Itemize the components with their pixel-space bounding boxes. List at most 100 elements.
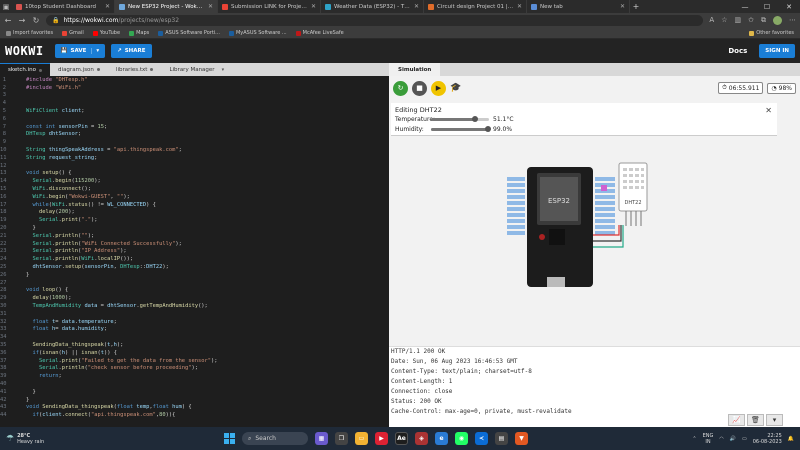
tab-menu-icon[interactable] xyxy=(96,68,100,71)
editor-tab[interactable]: sketch.ino xyxy=(0,63,51,76)
code-editor[interactable]: 1 #include "DHTesp.h" 2 #include "WiFi.h" 3 4… xyxy=(0,76,389,427)
profile-avatar[interactable] xyxy=(773,16,782,25)
widgets-icon[interactable]: ▦ xyxy=(315,432,328,445)
close-tab-icon[interactable]: ✕ xyxy=(105,3,110,10)
brave-icon[interactable]: ▼ xyxy=(515,432,528,445)
browser-tab[interactable]: New ESP32 Project - Wokwi Sim✕ xyxy=(115,0,218,13)
volume-icon[interactable]: 🔊 xyxy=(730,436,736,442)
line-number: 3 xyxy=(2,92,6,99)
file-explorer-icon[interactable]: ▭ xyxy=(355,432,368,445)
line-number: 10 xyxy=(0,147,7,154)
chevron-down-icon[interactable]: ▾ xyxy=(222,67,225,73)
tab-actions-icon[interactable]: ▣ xyxy=(0,0,12,13)
chrome-icon[interactable]: ◉ xyxy=(455,432,468,445)
tray-chevron-icon[interactable]: ⌃ xyxy=(692,436,696,442)
code-line: 3 xyxy=(0,92,389,100)
docs-link[interactable]: Docs xyxy=(728,47,747,55)
system-tray: ⌃ ENG IN ◠ 🔊 ▭ 22:25 06-08-2023 🔔 xyxy=(692,433,794,445)
editor-tab[interactable]: diagram.json xyxy=(50,63,108,76)
maximize-button[interactable]: ☐ xyxy=(756,3,778,11)
forward-icon[interactable]: → xyxy=(18,16,26,25)
bookmark-item[interactable]: Gmail xyxy=(62,30,84,36)
vscode-icon[interactable]: ≺ xyxy=(475,432,488,445)
stop-button[interactable]: ■ xyxy=(412,80,427,96)
favorite-star-icon[interactable]: ☆ xyxy=(721,16,727,25)
bookmark-item[interactable]: Import favorites xyxy=(6,30,53,36)
bookmark-item[interactable]: YouTube xyxy=(92,30,120,36)
browser-tab[interactable]: Circuit design Project 01 | Tinker✕ xyxy=(424,0,527,13)
humidity-slider[interactable] xyxy=(431,126,492,132)
language-indicator[interactable]: ENG IN xyxy=(703,433,714,445)
close-window-button[interactable]: ✕ xyxy=(778,3,800,11)
split-screen-icon[interactable]: ▥ xyxy=(735,16,742,25)
bookmark-label: MyASUS Software ... xyxy=(235,30,287,36)
favorites-icon[interactable]: ✩ xyxy=(748,16,754,25)
bookmark-item[interactable]: Maps xyxy=(129,30,149,36)
line-number: 34 xyxy=(0,334,7,341)
tab-simulation[interactable]: Simulation xyxy=(389,63,441,76)
edge-icon[interactable]: e xyxy=(435,432,448,445)
tab-menu-icon[interactable] xyxy=(39,68,43,72)
browser-tab[interactable]: 10top Student Dashboard ✕ xyxy=(12,0,115,13)
taskbar-search[interactable]: ⌕ Search xyxy=(242,432,308,445)
graduation-cap-icon[interactable]: 🎓 xyxy=(450,83,461,93)
close-icon[interactable]: ✕ xyxy=(765,106,772,115)
code-text: delay(1000); xyxy=(32,295,72,302)
editor-tab[interactable]: Library Manager ▾ xyxy=(161,63,232,76)
close-tab-icon[interactable]: ✕ xyxy=(517,3,522,10)
browser-tab[interactable]: New tab ✕ xyxy=(527,0,630,13)
collections-icon[interactable]: ⧉ xyxy=(761,16,766,25)
serial-toolbar: 📈 🗑 ▾ xyxy=(728,414,783,426)
url-input[interactable]: 🔒 https://wokwi.com/projects/new/esp32 xyxy=(46,15,704,26)
app-icon[interactable]: ◈ xyxy=(415,432,428,445)
wokwi-logo[interactable]: WOKWI xyxy=(5,44,44,58)
code-text: Serial.println("WiFi Connected Successfu… xyxy=(32,240,182,247)
line-number: 21 xyxy=(0,232,7,239)
more-menu-icon[interactable]: ⋯ xyxy=(789,16,796,25)
plotter-icon[interactable]: 📈 xyxy=(728,414,745,426)
browser-tab[interactable]: Weather Data (ESP32) - ThingSp✕ xyxy=(321,0,424,13)
editor-tab[interactable]: libraries.txt xyxy=(108,63,162,76)
close-tab-icon[interactable]: ✕ xyxy=(414,3,419,10)
ae-icon[interactable]: Ae xyxy=(395,432,408,445)
tab-menu-icon[interactable] xyxy=(150,68,154,71)
share-button[interactable]: ↗ SHARE xyxy=(111,44,152,58)
dht22-sensor[interactable]: DHT22 xyxy=(618,162,648,228)
windows-start-icon[interactable] xyxy=(224,433,235,444)
store-icon[interactable]: ▤ xyxy=(495,432,508,445)
battery-icon[interactable]: ▭ xyxy=(742,436,747,442)
bookmark-item[interactable]: McAfee LiveSafe xyxy=(295,30,344,36)
browser-tab[interactable]: Submission LINK for Projects on✕ xyxy=(218,0,321,13)
bookmark-label: McAfee LiveSafe xyxy=(302,30,344,36)
temperature-slider[interactable] xyxy=(431,116,489,122)
bookmark-item[interactable]: MyASUS Software ... xyxy=(228,30,287,36)
weather-widget[interactable]: ☂ 28°C Heavy rain xyxy=(6,433,66,445)
read-aloud-icon[interactable]: A xyxy=(709,16,714,25)
sign-in-button[interactable]: SIGN IN xyxy=(759,44,795,58)
code-line: 2 #include "WiFi.h" xyxy=(0,84,389,92)
media-app-icon[interactable]: ▶ xyxy=(375,432,388,445)
back-icon[interactable]: ← xyxy=(4,16,12,25)
reload-icon[interactable]: ↻ xyxy=(32,16,40,25)
scroll-down-icon[interactable]: ▾ xyxy=(766,414,783,426)
line-number: 37 xyxy=(0,357,7,364)
chevron-down-icon[interactable]: ▾ xyxy=(91,48,99,54)
clear-icon[interactable]: 🗑 xyxy=(747,414,764,426)
circuit-diagram[interactable]: ESP32 xyxy=(507,165,625,295)
save-button[interactable]: 💾 SAVE ▾ xyxy=(54,44,106,58)
clock[interactable]: 22:25 06-08-2023 xyxy=(753,433,782,445)
close-tab-icon[interactable]: ✕ xyxy=(311,3,316,10)
close-tab-icon[interactable]: ✕ xyxy=(208,3,213,10)
restart-button[interactable]: ↻ xyxy=(393,80,408,96)
minimize-button[interactable]: — xyxy=(734,3,756,11)
bookmark-item[interactable]: ASUS Software Porti... xyxy=(158,30,220,36)
wifi-icon[interactable]: ◠ xyxy=(719,436,723,442)
new-tab-button[interactable]: + xyxy=(630,2,642,11)
play-button[interactable]: ▶ xyxy=(431,80,446,96)
other-favorites[interactable]: Other favorites xyxy=(749,30,794,36)
line-number: 24 xyxy=(0,256,7,263)
notification-icon[interactable]: 🔔 xyxy=(788,436,794,442)
close-tab-icon[interactable]: ✕ xyxy=(620,3,625,10)
task-view-icon[interactable]: ❐ xyxy=(335,432,348,445)
tab-title: Weather Data (ESP32) - ThingSp xyxy=(334,3,411,10)
